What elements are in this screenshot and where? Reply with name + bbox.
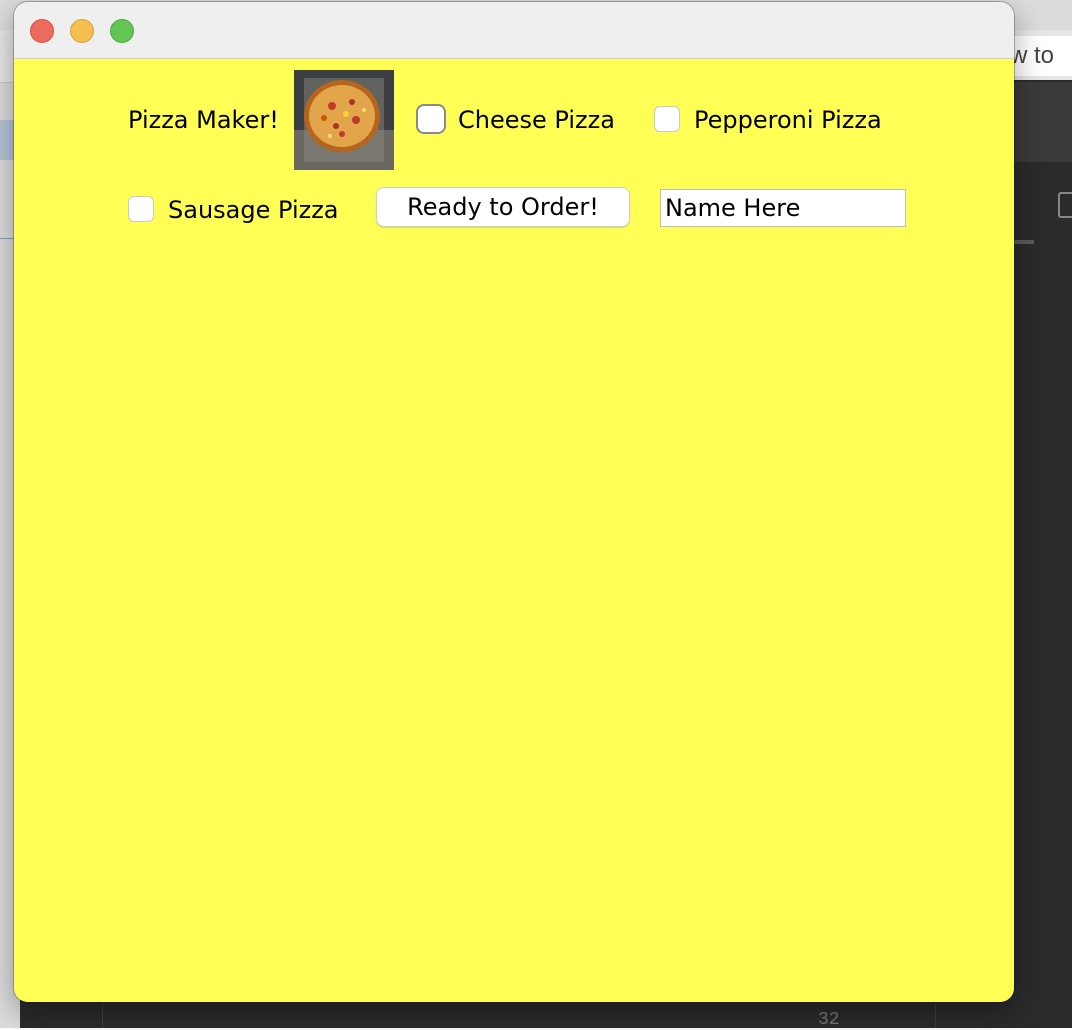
window-content: Pizza Maker! Cheese Pizza Pepperoni Pizz… [14, 59, 1014, 1002]
sausage-pizza-label[interactable]: Sausage Pizza [168, 196, 339, 224]
pepperoni-pizza-checkbox[interactable] [654, 106, 680, 132]
pizza-maker-window: Pizza Maker! Cheese Pizza Pepperoni Pizz… [14, 2, 1014, 1002]
minimize-window-button[interactable] [70, 19, 94, 43]
close-window-button[interactable] [30, 19, 54, 43]
pizza-maker-label: Pizza Maker! [128, 106, 279, 134]
background-left-link [0, 238, 14, 269]
background-line-number: 32 [818, 1010, 840, 1030]
name-input[interactable]: Name Here [660, 189, 906, 227]
pepperoni-pizza-label[interactable]: Pepperoni Pizza [694, 106, 882, 134]
cheese-pizza-checkbox[interactable] [416, 104, 446, 134]
background-window-icon [1058, 192, 1072, 218]
window-titlebar [14, 2, 1014, 59]
background-left-edge [0, 120, 14, 160]
cheese-pizza-label[interactable]: Cheese Pizza [458, 106, 615, 134]
zoom-window-button[interactable] [110, 19, 134, 43]
ready-to-order-button[interactable]: Ready to Order! [376, 187, 630, 227]
pizza-image [294, 70, 394, 170]
sausage-pizza-checkbox[interactable] [128, 196, 154, 222]
background-browser-tab-text: w to [1010, 42, 1055, 69]
background-ide-scroll-indicator [1014, 240, 1034, 244]
